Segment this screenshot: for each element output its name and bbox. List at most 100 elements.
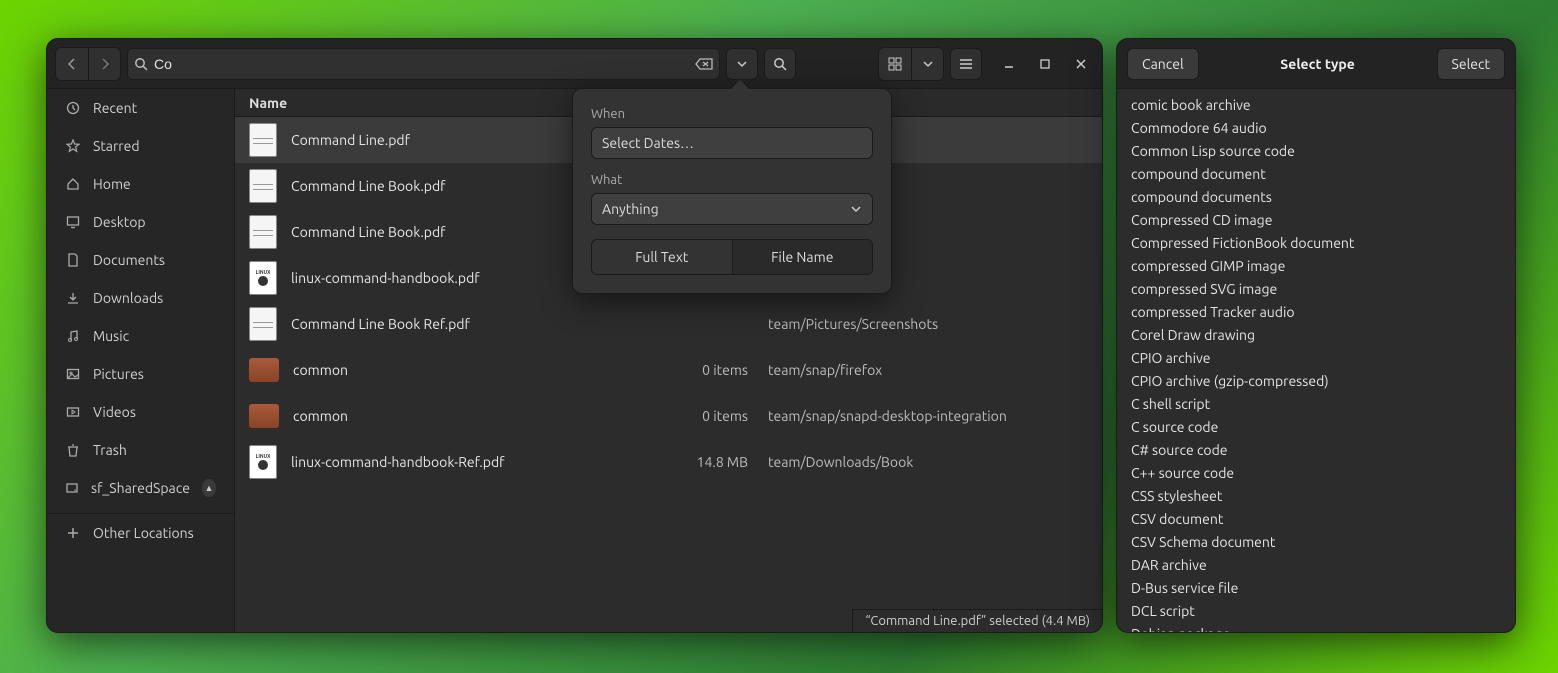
- type-item[interactable]: CPIO archive: [1117, 346, 1515, 369]
- sidebar-item-pictures[interactable]: Pictures: [47, 355, 234, 393]
- eject-button[interactable]: ▲: [202, 479, 216, 497]
- file-location: team/snap/firefox: [768, 362, 1088, 378]
- type-item[interactable]: Commodore 64 audio: [1117, 116, 1515, 139]
- clock-icon: [65, 101, 81, 115]
- file-name: common: [293, 408, 648, 424]
- sidebar-item-label: Desktop: [93, 214, 146, 230]
- clear-icon[interactable]: [695, 57, 713, 71]
- search-options-dropdown[interactable]: [726, 48, 758, 80]
- file-size: 14.8 MB: [648, 454, 768, 470]
- type-item[interactable]: compressed GIMP image: [1117, 254, 1515, 277]
- type-item[interactable]: Corel Draw drawing: [1117, 323, 1515, 346]
- type-item[interactable]: DCL script: [1117, 599, 1515, 622]
- file-size: 0 items: [648, 408, 768, 424]
- minimize-button[interactable]: [996, 51, 1022, 77]
- home-icon: [65, 177, 81, 191]
- hamburger-menu-button[interactable]: [950, 48, 982, 80]
- type-item[interactable]: Compressed FictionBook document: [1117, 231, 1515, 254]
- sidebar-item-other-locations[interactable]: Other Locations: [47, 513, 234, 551]
- type-item[interactable]: CSV Schema document: [1117, 530, 1515, 553]
- sidebar-item-music[interactable]: Music: [47, 317, 234, 355]
- file-row[interactable]: Command Line Book Ref.pdfteam/Pictures/S…: [235, 301, 1102, 347]
- sidebar: Recent Starred Home Desktop Documents Downloa…: [47, 89, 235, 632]
- statusbar: “Command Line.pdf” selected (4.4 MB): [852, 609, 1102, 632]
- sidebar-item-home[interactable]: Home: [47, 165, 234, 203]
- view-switcher: [878, 47, 944, 81]
- hamburger-icon: [959, 58, 973, 70]
- select-type-dialog: Cancel Select type Select comic book arc…: [1116, 38, 1516, 633]
- type-item[interactable]: C++ source code: [1117, 461, 1515, 484]
- pdf-thumbnail-icon: LINUX: [249, 261, 277, 295]
- sidebar-item-desktop[interactable]: Desktop: [47, 203, 234, 241]
- chevron-down-icon: [922, 58, 934, 70]
- chevron-down-icon: [850, 203, 862, 215]
- file-size: 0 items: [648, 362, 768, 378]
- type-item[interactable]: C source code: [1117, 415, 1515, 438]
- search-field[interactable]: [127, 48, 720, 80]
- type-item[interactable]: C shell script: [1117, 392, 1515, 415]
- star-icon: [65, 139, 81, 153]
- search-icon: [134, 57, 148, 71]
- type-item[interactable]: Compressed CD image: [1117, 208, 1515, 231]
- type-item[interactable]: D-Bus service file: [1117, 576, 1515, 599]
- sidebar-item-sf-sharedspace[interactable]: sf_SharedSpace ▲: [47, 469, 234, 507]
- type-item[interactable]: compound document: [1117, 162, 1515, 185]
- window-controls: [996, 51, 1094, 77]
- close-icon: [1075, 58, 1087, 70]
- grid-view-button[interactable]: [879, 48, 911, 80]
- folder-icon: [249, 358, 279, 382]
- maximize-button[interactable]: [1032, 51, 1058, 77]
- file-name: linux-command-handbook-Ref.pdf: [291, 454, 648, 470]
- search-input[interactable]: [154, 56, 689, 72]
- pdf-thumbnail-icon: [249, 215, 277, 249]
- type-item[interactable]: compound documents: [1117, 185, 1515, 208]
- file-row[interactable]: LINUXlinux-command-handbook-Ref.pdf14.8 …: [235, 439, 1102, 485]
- doc-icon: [65, 253, 81, 267]
- sidebar-item-recent[interactable]: Recent: [47, 89, 234, 127]
- picture-icon: [65, 367, 81, 381]
- type-item[interactable]: compressed Tracker audio: [1117, 300, 1515, 323]
- close-button[interactable]: [1068, 51, 1094, 77]
- file-location: team/Downloads/Book: [768, 454, 1088, 470]
- search-button[interactable]: [764, 48, 796, 80]
- type-item[interactable]: Common Lisp source code: [1117, 139, 1515, 162]
- sidebar-item-label: Other Locations: [93, 525, 194, 541]
- type-selector[interactable]: Anything: [591, 193, 873, 225]
- sidebar-item-label: Downloads: [93, 290, 163, 306]
- popover-when-label: When: [591, 107, 873, 121]
- sidebar-item-trash[interactable]: Trash: [47, 431, 234, 469]
- sidebar-item-downloads[interactable]: Downloads: [47, 279, 234, 317]
- type-item[interactable]: CSV document: [1117, 507, 1515, 530]
- file-row[interactable]: common0 itemsteam/snap/firefox: [235, 347, 1102, 393]
- file-row[interactable]: common0 itemsteam/snap/snapd-desktop-int…: [235, 393, 1102, 439]
- type-list[interactable]: comic book archiveCommodore 64 audioComm…: [1117, 89, 1515, 632]
- sidebar-item-documents[interactable]: Documents: [47, 241, 234, 279]
- cancel-button[interactable]: Cancel: [1127, 48, 1199, 80]
- date-selector[interactable]: Select Dates…: [591, 127, 873, 159]
- fulltext-toggle[interactable]: Full Text: [592, 240, 732, 274]
- chevron-down-icon: [736, 58, 748, 70]
- type-selector-value: Anything: [602, 201, 659, 217]
- type-item[interactable]: CSS stylesheet: [1117, 484, 1515, 507]
- forward-button[interactable]: [88, 48, 120, 80]
- select-button[interactable]: Select: [1437, 48, 1505, 80]
- sidebar-item-label: Videos: [93, 404, 136, 420]
- search-mode-toggle: Full Text File Name: [591, 239, 873, 275]
- sidebar-item-label: sf_SharedSpace: [91, 480, 190, 496]
- type-item[interactable]: comic book archive: [1117, 93, 1515, 116]
- type-item[interactable]: compressed SVG image: [1117, 277, 1515, 300]
- type-item[interactable]: Debian package: [1117, 622, 1515, 632]
- chevron-right-icon: [99, 58, 111, 70]
- pdf-thumbnail-icon: [249, 169, 277, 203]
- sidebar-item-videos[interactable]: Videos: [47, 393, 234, 431]
- back-button[interactable]: [56, 48, 88, 80]
- chevron-left-icon: [66, 58, 78, 70]
- sidebar-item-label: Starred: [93, 138, 140, 154]
- sidebar-item-starred[interactable]: Starred: [47, 127, 234, 165]
- type-item[interactable]: CPIO archive (gzip-compressed): [1117, 369, 1515, 392]
- type-item[interactable]: DAR archive: [1117, 553, 1515, 576]
- filename-toggle[interactable]: File Name: [732, 240, 873, 274]
- type-item[interactable]: C# source code: [1117, 438, 1515, 461]
- view-options-button[interactable]: [911, 48, 943, 80]
- sidebar-item-label: Home: [93, 176, 131, 192]
